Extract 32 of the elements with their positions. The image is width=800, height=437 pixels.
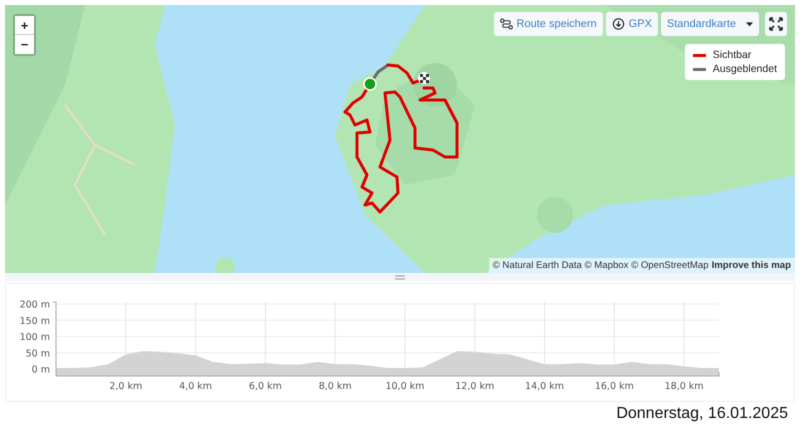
x-tick-label: 12,0 km — [455, 381, 494, 392]
zoom-in-button[interactable]: + — [15, 16, 34, 35]
x-tick-label: 16,0 km — [594, 381, 634, 392]
save-route-button[interactable]: Route speichern — [494, 12, 603, 36]
legend-label: Ausgeblendet — [712, 63, 777, 75]
caret-icon — [746, 22, 753, 26]
improve-map-link[interactable]: Improve this map — [712, 260, 791, 271]
start-marker-icon — [363, 77, 377, 91]
x-tick-label: 4,0 km — [179, 381, 212, 392]
x-tick-label: 8,0 km — [318, 381, 352, 392]
attribution-text: © Natural Earth Data © Mapbox © OpenStreetMap — [492, 260, 709, 271]
y-tick-label: 0 m — [32, 364, 50, 376]
x-tick-label: 6,0 km — [248, 381, 282, 392]
y-tick-label: 100 m — [20, 332, 50, 343]
legend-label: Sichtbar — [712, 49, 752, 61]
y-tick-label: 150 m — [20, 316, 50, 327]
fullscreen-button[interactable] — [765, 12, 787, 36]
gpx-download-button[interactable]: GPX — [606, 12, 658, 36]
zoom-out-button[interactable]: − — [15, 35, 34, 54]
download-icon — [612, 18, 625, 30]
y-tick-label: 200 m — [20, 300, 50, 310]
resize-handle-icon[interactable] — [395, 274, 405, 280]
x-tick-label: 2,0 km — [109, 381, 142, 392]
map-style-dropdown[interactable]: Standardkarte — [660, 12, 759, 36]
y-tick-label: 50 m — [26, 348, 50, 360]
x-tick-label: 18,0 km — [664, 381, 704, 392]
x-tick-label: 14,0 km — [525, 381, 564, 392]
finish-flag-icon — [418, 72, 430, 84]
route-icon — [500, 18, 513, 30]
fullscreen-icon — [769, 17, 783, 31]
date-text: Donnerstag, 16.01.2025 — [616, 405, 788, 423]
x-tick-label: 10,0 km — [385, 381, 424, 392]
